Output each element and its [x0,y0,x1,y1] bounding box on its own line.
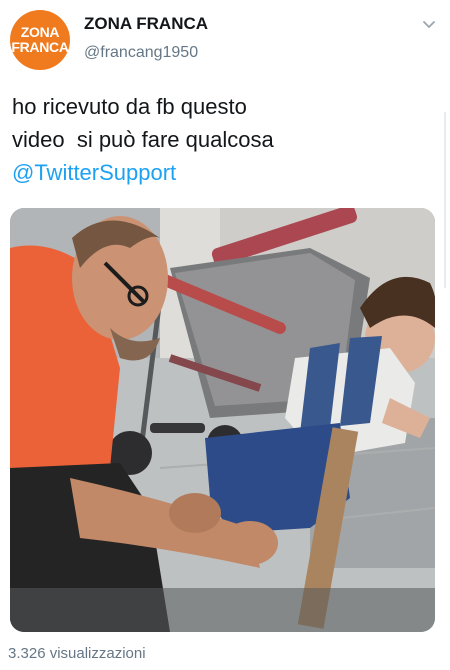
tweet-text-line: ho ricevuto da fb questo [12,94,247,119]
avatar-text-line2: FRANCA [11,39,69,55]
view-count: 3.326 visualizzazioni [8,645,146,662]
profile-avatar[interactable]: ZONA FRANCA [10,10,70,70]
user-handle[interactable]: @francang1950 [84,44,198,62]
chevron-down-icon[interactable] [422,18,436,32]
mention-link[interactable]: @TwitterSupport [12,156,422,189]
tweet-text: ho ricevuto da fb questo video si può fa… [12,90,422,189]
scrollbar [444,112,446,288]
tweet-video[interactable] [10,208,435,632]
display-name[interactable]: ZONA FRANCA [84,14,208,34]
video-frame-image [10,208,435,632]
tweet-text-line: video si può fare qualcosa [12,127,274,152]
avatar-text-line1: ZONA [20,24,60,40]
